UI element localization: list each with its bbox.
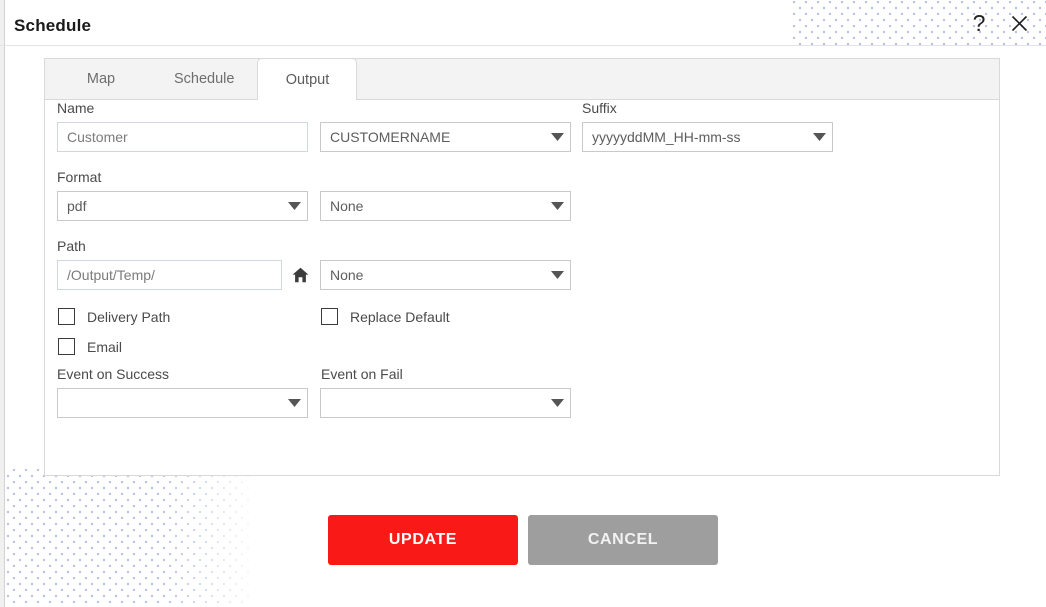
format-select[interactable]: pdf [57,191,308,221]
format-option-select[interactable]: None [320,191,571,221]
name-input-value: Customer [67,129,128,145]
dialog-footer: UPDATE CANCEL [0,515,1046,567]
chevron-down-icon [544,398,570,408]
path-input-value: /Output/Temp/ [67,267,155,283]
event-on-success-label: Event on Success [57,366,170,382]
chevron-down-icon [544,201,570,211]
cancel-button[interactable]: CANCEL [528,515,718,565]
close-icon[interactable] [1004,8,1034,38]
checkbox-label: Delivery Path [87,308,171,325]
name-label: Name [57,100,95,116]
checkbox-box[interactable] [321,308,338,325]
tab-schedule[interactable]: Schedule [151,58,257,99]
tab-bar: Map Schedule Output [45,58,999,100]
tab-map[interactable]: Map [51,58,151,99]
tab-output[interactable]: Output [257,58,358,100]
path-label: Path [57,238,86,254]
output-settings-panel: Map Schedule Output Name Suffix Customer… [44,58,1000,476]
format-label: Format [57,169,102,185]
chevron-down-icon [281,201,307,211]
name-token-select[interactable]: CUSTOMERNAME [320,122,571,152]
checkbox-box[interactable] [58,308,75,325]
event-on-fail-select[interactable] [320,388,571,418]
checkbox-label: Email [87,338,123,355]
output-form: Name Suffix Customer CUSTOMERNAME yyyyyd… [45,100,999,476]
name-token-value: CUSTOMERNAME [330,129,451,145]
checkbox-label: Replace Default [350,308,450,325]
suffix-select[interactable]: yyyyyddMM_HH-mm-ss [582,122,833,152]
format-value: pdf [67,198,87,214]
event-on-fail-label: Event on Fail [321,366,403,382]
checkbox-delivery-path[interactable]: Delivery Path [58,308,170,325]
chevron-down-icon [281,398,307,408]
checkbox-email[interactable]: Email [58,338,122,355]
event-on-success-select[interactable] [57,388,308,418]
chevron-down-icon [544,270,570,280]
path-input[interactable]: /Output/Temp/ [57,260,282,290]
checkbox-box[interactable] [58,338,75,355]
path-option-value: None [330,267,364,283]
home-icon[interactable] [289,260,311,290]
question-mark-icon[interactable]: ? [964,8,994,38]
header-divider [0,45,1046,46]
update-button[interactable]: UPDATE [328,515,518,565]
dialog-header: Schedule ? [0,0,1046,46]
chevron-down-icon [544,132,570,142]
format-option-value: None [330,198,364,214]
checkbox-replace-default[interactable]: Replace Default [321,308,450,325]
suffix-value: yyyyyddMM_HH-mm-ss [592,129,741,145]
suffix-label: Suffix [582,100,617,116]
page-title: Schedule [14,16,92,35]
name-input[interactable]: Customer [57,122,308,152]
path-option-select[interactable]: None [320,260,571,290]
chevron-down-icon [806,132,832,142]
